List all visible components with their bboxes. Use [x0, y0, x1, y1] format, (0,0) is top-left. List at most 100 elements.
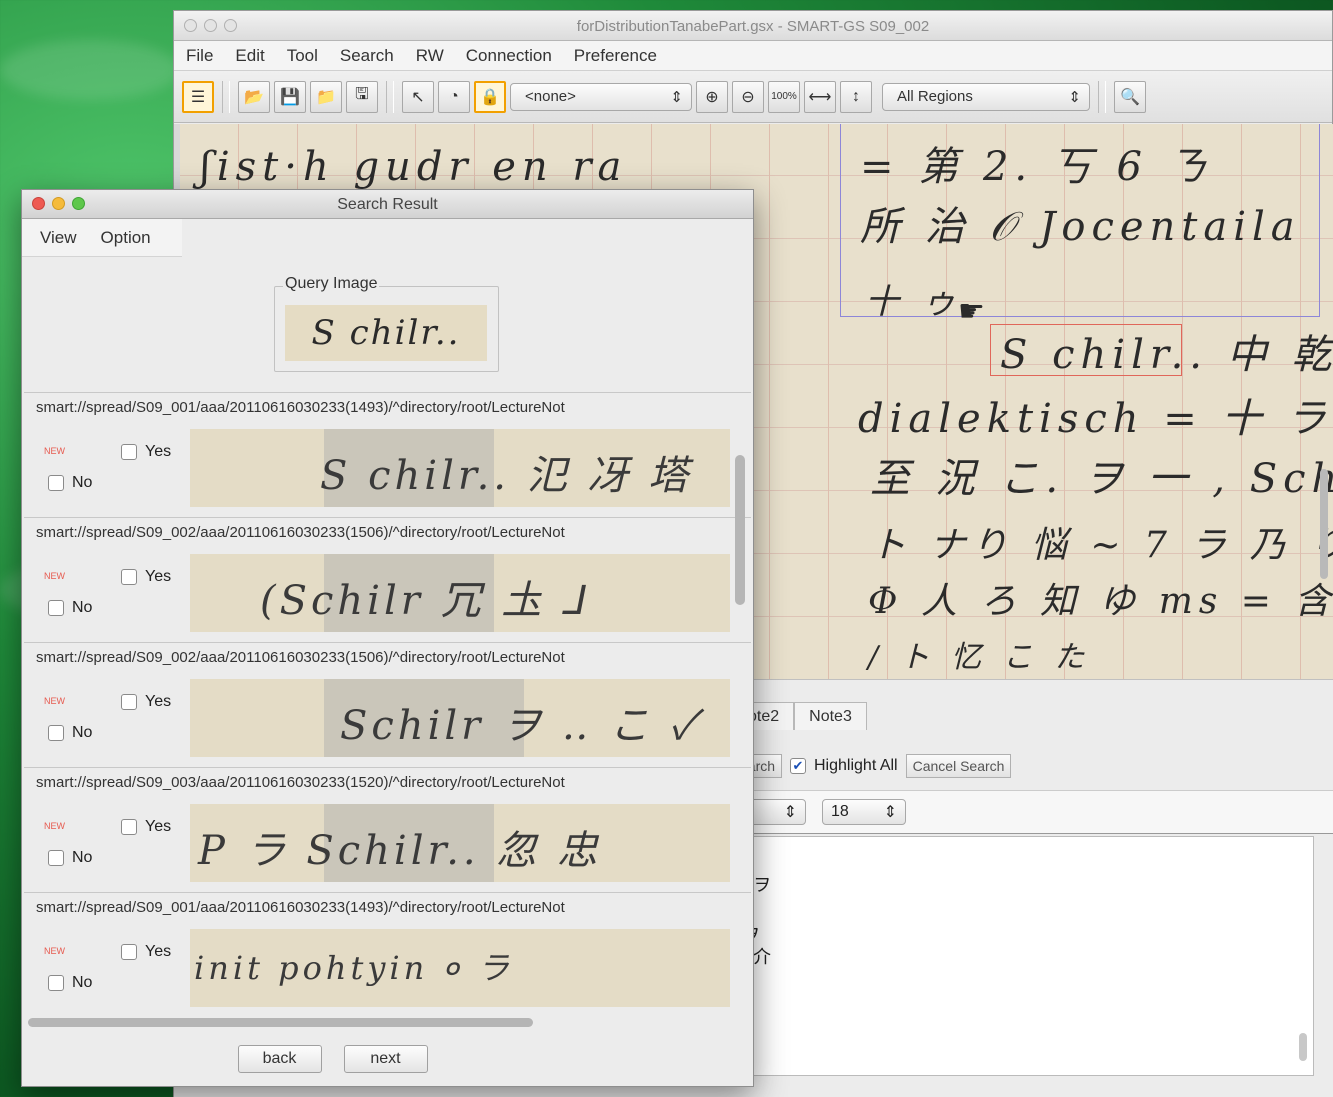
menu-search[interactable]: Search	[340, 46, 394, 66]
updown-chevron-icon: ⇕	[670, 88, 683, 106]
menu-option[interactable]: Option	[101, 228, 151, 248]
menu-rw[interactable]: RW	[416, 46, 444, 66]
region-select[interactable]: All Regions ⇕	[882, 82, 1090, 111]
horizontal-arrows-icon: ⟷	[808, 88, 832, 106]
no-option[interactable]: No	[48, 599, 92, 617]
menu-connection[interactable]: Connection	[466, 46, 552, 66]
no-checkbox[interactable]	[48, 850, 64, 866]
open-remote-button[interactable]: 📁	[310, 80, 342, 113]
highlight-all-checkbox[interactable]: ✔	[790, 758, 806, 774]
hamburger-icon: ☰	[190, 88, 206, 106]
updown-chevron-icon: ⇕	[783, 804, 797, 821]
no-checkbox[interactable]	[48, 725, 64, 741]
menu-edit[interactable]: Edit	[235, 46, 264, 66]
result-image[interactable]: Schilr ヲ ‥ こ ✓	[190, 679, 730, 757]
toolbar-separator	[222, 80, 230, 113]
yes-label: Yes	[145, 693, 172, 710]
manuscript-line: ト ナり 悩 ~ 7 ラ 乃 り	[870, 525, 1333, 566]
new-badge: NEW	[44, 571, 65, 581]
select-tool-button[interactable]: ↖	[402, 80, 434, 113]
query-image-label: Query Image	[283, 275, 380, 293]
floppy-network-icon: 🖫	[355, 86, 369, 103]
yes-checkbox[interactable]	[121, 694, 137, 710]
new-badge: NEW	[44, 946, 65, 956]
save-remote-button[interactable]: 🖫	[346, 80, 378, 113]
result-image[interactable]: S chilr.. 氾 冴 塔	[190, 429, 730, 507]
new-badge: NEW	[44, 696, 65, 706]
arrow-cursor-icon: ↖	[411, 88, 425, 106]
lasso-tool-button[interactable]: ◔	[438, 80, 470, 113]
result-item: smart://spread/S09_003/aaa/2011061603023…	[24, 768, 751, 893]
menu-view[interactable]: View	[40, 228, 77, 248]
search-button[interactable]: 🔍	[1114, 80, 1146, 113]
manuscript-line: Φ 人 ろ 知 ゆ ms = 含 ア	[868, 581, 1333, 622]
menu-preference[interactable]: Preference	[574, 46, 657, 66]
yes-option[interactable]: Yes	[121, 443, 171, 461]
yes-checkbox[interactable]	[121, 819, 137, 835]
note-search-row: earch ✔ Highlight All Cancel Search	[734, 748, 1333, 784]
yes-checkbox[interactable]	[121, 944, 137, 960]
yes-label: Yes	[145, 568, 172, 585]
result-image[interactable]: (Schilr 冗 圡 ⅃	[190, 554, 730, 632]
no-checkbox[interactable]	[48, 600, 64, 616]
fit-height-button[interactable]: ↕	[840, 80, 872, 113]
yes-checkbox[interactable]	[121, 444, 137, 460]
lock-button[interactable]: 🔒	[474, 80, 506, 113]
result-path: smart://spread/S09_002/aaa/2011061603023…	[36, 524, 565, 541]
list-view-button[interactable]: ☰	[182, 80, 214, 113]
result-image[interactable]: init pohtyin ० ラ	[190, 929, 730, 1007]
zoom-out-button[interactable]: ⊖	[732, 80, 764, 113]
yes-label: Yes	[145, 943, 172, 960]
no-label: No	[72, 599, 93, 616]
no-checkbox[interactable]	[48, 475, 64, 491]
no-option[interactable]: No	[48, 974, 92, 992]
main-titlebar: forDistributionTanabePart.gsx - SMART-GS…	[174, 11, 1332, 41]
yes-option[interactable]: Yes	[121, 818, 171, 836]
open-file-button[interactable]: 📂	[238, 80, 270, 113]
manuscript-line: 十 ゥ	[865, 282, 962, 322]
vertical-arrows-icon: ↕	[852, 87, 860, 105]
yes-option[interactable]: Yes	[121, 568, 171, 586]
cancel-search-button[interactable]: Cancel Search	[905, 754, 1012, 778]
magnifier-plus-icon: ⊕	[705, 88, 719, 106]
results-horizontal-scrollbar[interactable]	[28, 1018, 533, 1027]
tab-note3[interactable]: Note3	[794, 702, 867, 730]
note-editor[interactable]: トヲ tヲ 媒介	[734, 836, 1314, 1076]
manuscript-line: S chilr.. 中 乾	[1000, 332, 1333, 378]
back-button[interactable]: back	[237, 1045, 322, 1073]
magnifier-minus-icon: ⊖	[741, 88, 755, 106]
no-option[interactable]: No	[48, 724, 92, 742]
actual-size-button[interactable]: 100%	[768, 80, 800, 113]
font-size-select[interactable]: 18 ⇕	[822, 799, 906, 825]
menu-file[interactable]: File	[186, 46, 213, 66]
result-path: smart://spread/S09_001/aaa/2011061603023…	[36, 899, 565, 916]
results-vertical-scrollbar[interactable]	[735, 455, 745, 605]
fit-width-button[interactable]: ⟷	[804, 80, 836, 113]
manuscript-line: dialektisch = 十 ラ.	[858, 396, 1333, 442]
menu-tool[interactable]: Tool	[287, 46, 318, 66]
search-result-dialog: Search Result View Option Query Image S …	[21, 189, 754, 1087]
folder-network-icon: 📁	[316, 88, 336, 106]
manuscript-line: 至 況 こ. ヲ 一 , Sch	[870, 456, 1333, 502]
save-button[interactable]: 💾	[274, 80, 306, 113]
yes-checkbox[interactable]	[121, 569, 137, 585]
open-folder-icon: 📂	[244, 88, 264, 106]
yes-option[interactable]: Yes	[121, 693, 171, 711]
result-image[interactable]: P ラ Schilr.. 忽 忠	[190, 804, 730, 882]
result-ink: P ラ Schilr.. 忽 忠	[198, 828, 602, 874]
result-ink: init pohtyin ० ラ	[194, 949, 514, 987]
result-ink: Schilr ヲ ‥ こ ✓	[340, 703, 702, 749]
no-checkbox[interactable]	[48, 975, 64, 991]
main-toolbar: ☰ 📂 💾 📁 🖫 ↖ ◔ 🔒 <none> ⇕ ⊕ ⊖ 100% ⟷ ↕ Al…	[174, 71, 1332, 123]
region-select-value: All Regions	[897, 88, 973, 105]
vertical-scrollbar[interactable]	[1320, 469, 1328, 579]
next-button[interactable]: next	[343, 1045, 428, 1073]
page-select[interactable]: <none> ⇕	[510, 82, 692, 111]
no-option[interactable]: No	[48, 849, 92, 867]
main-menubar: File Edit Tool Search RW Connection Pref…	[174, 41, 1332, 71]
zoom-in-button[interactable]: ⊕	[696, 80, 728, 113]
editor-scrollbar[interactable]	[1299, 1033, 1307, 1061]
yes-option[interactable]: Yes	[121, 943, 171, 961]
updown-chevron-icon: ⇕	[883, 804, 897, 821]
no-option[interactable]: No	[48, 474, 92, 492]
